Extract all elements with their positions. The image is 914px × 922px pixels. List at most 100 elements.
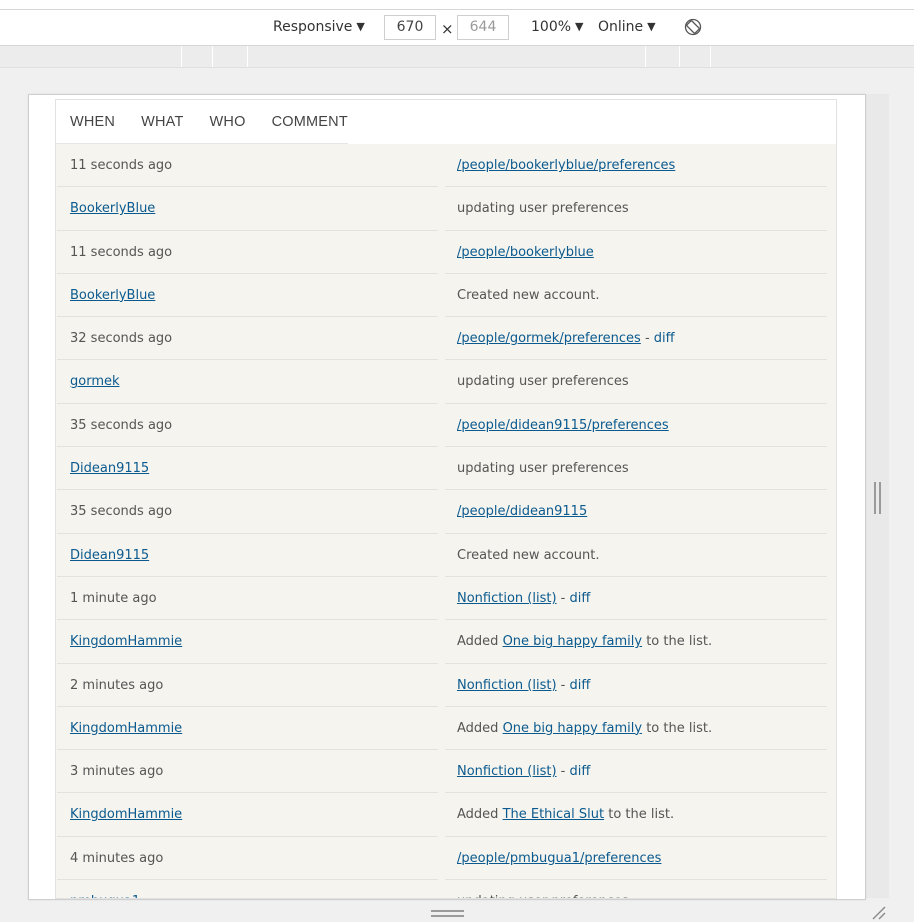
column-header-when: WHEN (70, 114, 116, 130)
row-meta-cell: 32 seconds ago (57, 317, 438, 361)
row-detail-cell: Nonfiction (list) - diff (445, 664, 827, 707)
page-link[interactable]: Nonfiction (list) (457, 591, 557, 606)
ruler-divider (645, 46, 646, 67)
table-row: 11 seconds ago/people/bookerlyblue/prefe… (56, 144, 836, 188)
separator: - (556, 764, 570, 780)
table-row: 3 minutes ago Nonfiction (list) - diff (56, 750, 836, 794)
row-detail-cell: /people/didean9115/preferences (445, 404, 827, 448)
table-row: 4 minutes ago/people/pmbugua1/preference… (56, 837, 836, 881)
resize-width-handle[interactable] (874, 482, 881, 514)
row-meta-cell: 35 seconds ago (57, 404, 438, 448)
page-link[interactable]: The Ethical Slut (503, 807, 605, 822)
user-link[interactable]: KingdomHammie (70, 807, 182, 822)
user-link[interactable]: KingdomHammie (70, 721, 182, 736)
network-label: Online (598, 19, 644, 35)
page-link[interactable]: Nonfiction (list) (457, 678, 557, 693)
diff-link[interactable]: diff (570, 764, 591, 779)
page-link[interactable]: /people/didean9115/preferences (457, 418, 669, 433)
row-detail-cell: Nonfiction (list) - diff (445, 577, 827, 621)
row-detail-cell: updating user preferences (445, 187, 827, 231)
page-link[interactable]: /people/gormek/preferences (457, 331, 641, 346)
ruler-divider (181, 46, 182, 67)
row-meta-cell: gormek (57, 360, 438, 404)
separator: - (556, 677, 570, 693)
device-label: Responsive (273, 19, 353, 35)
comment-text: Added (457, 807, 503, 823)
rotate-device-icon[interactable] (684, 18, 702, 36)
media-query-ruler (0, 46, 914, 68)
user-link[interactable]: KingdomHammie (70, 634, 182, 649)
diff-link[interactable]: diff (570, 678, 591, 693)
row-meta-cell: Didean9115 (57, 534, 438, 577)
page-link[interactable]: /people/bookerlyblue/preferences (457, 158, 675, 173)
row-detail-cell: updating user preferences (445, 360, 827, 404)
ruler-divider (679, 46, 680, 67)
row-meta-cell: 1 minute ago (57, 577, 438, 621)
row-meta-cell: BookerlyBlue (57, 274, 438, 318)
comment-text: to the list. (642, 720, 713, 736)
recent-changes-page: WHEN WHAT WHO COMMENT 11 seconds ago/people… (55, 99, 837, 899)
page-link[interactable]: Nonfiction (list) (457, 764, 557, 779)
table-row: 35 seconds ago/people/didean9115/prefere… (56, 404, 836, 448)
page-link[interactable]: /people/bookerlyblue (457, 245, 594, 260)
column-header-what: WHAT (141, 114, 184, 130)
chevron-down-icon: ▼ (356, 20, 365, 33)
emulation-stage: WHEN WHAT WHO COMMENT 11 seconds ago/people… (0, 68, 914, 922)
resize-height-handle[interactable] (431, 910, 464, 917)
row-meta-cell: 4 minutes ago (57, 837, 438, 881)
row-detail-cell: Added The Ethical Slut to the list. (445, 793, 827, 837)
zoom-label: 100% (531, 19, 572, 35)
row-detail-cell: Nonfiction (list) - diff (445, 750, 827, 794)
user-link[interactable]: Didean9115 (70, 548, 149, 563)
timestamp: 11 seconds ago (70, 244, 173, 260)
user-link[interactable]: BookerlyBlue (70, 288, 155, 303)
row-detail-cell: /people/pmbugua1/preferences (445, 837, 827, 881)
table-row: Didean9115 updating user preferences (56, 447, 836, 491)
table-row: gormek updating user preferences (56, 360, 836, 404)
table-row: BookerlyBlue updating user preferences (56, 187, 836, 231)
user-link[interactable]: gormek (70, 374, 120, 389)
timestamp: 11 seconds ago (70, 158, 173, 173)
chevron-down-icon: ▼ (575, 20, 584, 33)
zoom-selector[interactable]: 100% ▼ (531, 10, 584, 45)
page-link[interactable]: One big happy family (503, 721, 643, 736)
ruler-divider (247, 46, 248, 67)
comment-text: to the list. (604, 807, 675, 823)
row-detail-cell: Added One big happy family to the list. (445, 707, 827, 751)
row-detail-cell: Created new account. (445, 534, 827, 577)
page-link[interactable]: /people/pmbugua1/preferences (457, 851, 661, 866)
user-link[interactable]: BookerlyBlue (70, 201, 155, 216)
table-header: WHEN WHAT WHO COMMENT (56, 100, 836, 144)
table-row: Didean9115 Created new account. (56, 534, 836, 577)
diff-link[interactable]: diff (570, 591, 591, 606)
page-link[interactable]: One big happy family (503, 634, 643, 649)
row-meta-cell: KingdomHammie (57, 620, 438, 664)
page-link[interactable]: /people/didean9115 (457, 504, 587, 519)
timestamp: 35 seconds ago (70, 504, 173, 520)
row-detail-cell: /people/bookerlyblue (445, 231, 827, 274)
row-meta-cell: pmbugua1 (57, 880, 438, 898)
timestamp: 4 minutes ago (70, 850, 164, 866)
user-link[interactable]: Didean9115 (70, 461, 149, 476)
diff-link[interactable]: diff (654, 331, 675, 346)
row-meta-cell: Didean9115 (57, 447, 438, 491)
comment-text: updating user preferences (457, 461, 629, 477)
device-selector[interactable]: Responsive ▼ (273, 10, 365, 45)
table-row: 1 minute ago Nonfiction (list) - diff (56, 577, 836, 621)
row-detail-cell: /people/didean9115 (445, 490, 827, 534)
table-row: BookerlyBlue Created new account. (56, 274, 836, 318)
table-row: KingdomHammie Added The Ethical Slut to t… (56, 793, 836, 837)
network-throttle-selector[interactable]: Online ▼ (598, 10, 656, 45)
table-row: 32 seconds ago/people/gormek/preferences… (56, 317, 836, 361)
user-link[interactable]: pmbugua1 (70, 894, 140, 898)
viewport-width-input[interactable]: 670 (384, 15, 436, 40)
row-detail-cell: updating user preferences (445, 880, 827, 898)
resize-corner-icon[interactable] (870, 904, 886, 920)
ruler-divider (212, 46, 213, 67)
viewport-height-input[interactable]: 644 (457, 15, 509, 40)
row-detail-cell: /people/bookerlyblue/preferences (445, 144, 827, 188)
row-detail-cell: Added One big happy family to the list. (445, 620, 827, 664)
comment-text: to the list. (642, 634, 713, 650)
table-row: 35 seconds ago/people/didean9115 (56, 490, 836, 534)
comment-text: Created new account. (457, 547, 600, 563)
